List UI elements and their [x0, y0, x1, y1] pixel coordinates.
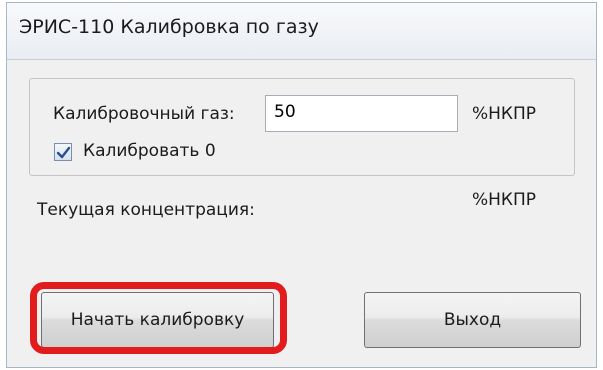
title-bar[interactable]: ЭРИС-110 Калибровка по газу [7, 3, 596, 60]
calibration-gas-label: Калибровочный газ: [53, 104, 235, 124]
current-concentration-label: Текущая концентрация: [37, 200, 255, 220]
calibration-gas-unit: %НКПР [472, 104, 537, 124]
annotation-highlight-box [30, 282, 287, 354]
calibrate-zero-checkbox[interactable] [54, 143, 72, 161]
checkmark-icon [56, 146, 71, 159]
exit-button[interactable]: Выход [364, 292, 581, 348]
current-concentration-unit: %НКПР [472, 190, 537, 210]
window-title: ЭРИС-110 Калибровка по газу [19, 16, 319, 38]
calibrate-zero-label: Калибровать 0 [83, 141, 216, 161]
calibration-gas-input[interactable]: 50 [265, 95, 458, 132]
